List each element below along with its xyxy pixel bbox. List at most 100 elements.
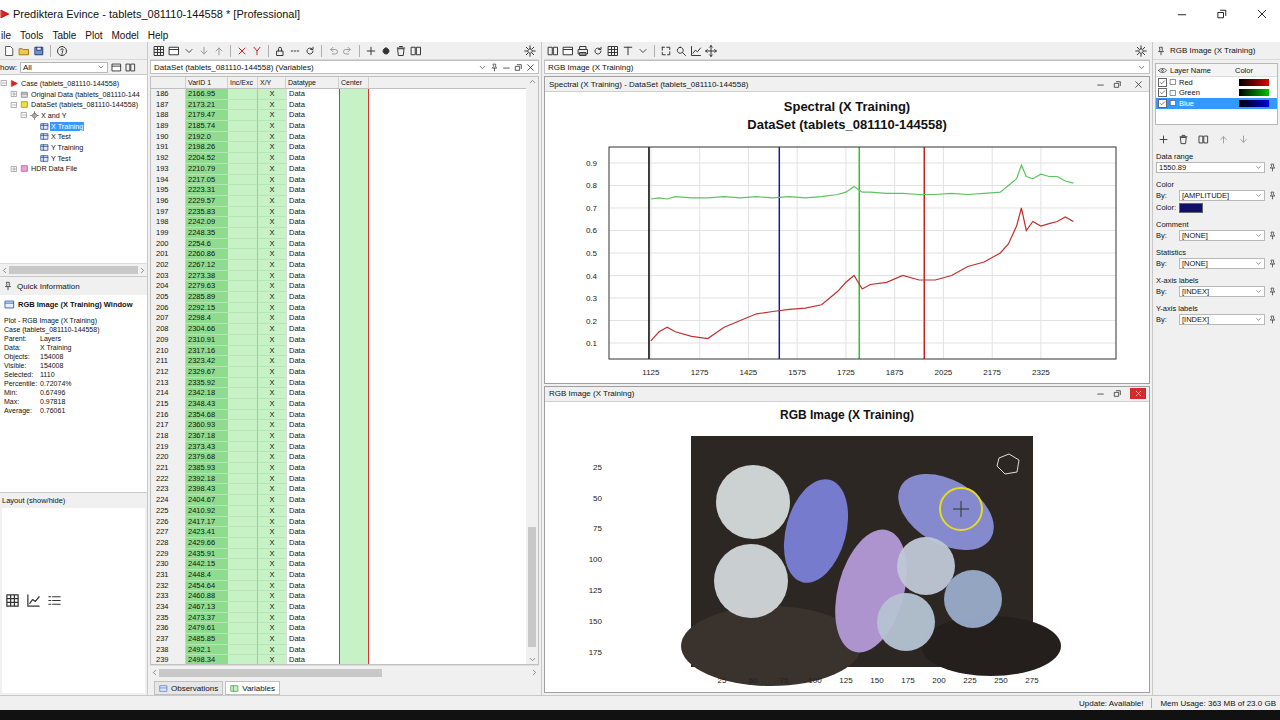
chevron-icon[interactable] bbox=[1255, 164, 1262, 171]
undo-icon[interactable] bbox=[327, 45, 339, 57]
chevron-icon[interactable] bbox=[1255, 232, 1262, 239]
down-icon[interactable] bbox=[198, 45, 210, 57]
expander[interactable] bbox=[20, 111, 29, 119]
restore-icon[interactable] bbox=[1113, 80, 1122, 89]
expander[interactable] bbox=[10, 90, 19, 98]
layer-checkbox[interactable] bbox=[1158, 78, 1167, 87]
table-row[interactable]: 2062292.15XData bbox=[151, 303, 526, 314]
plot-icon[interactable] bbox=[26, 593, 41, 608]
menu-item[interactable]: Plot bbox=[85, 30, 102, 41]
table-row[interactable]: 1922204.52XData bbox=[151, 153, 526, 164]
zoom-icon[interactable] bbox=[675, 45, 687, 57]
chevron-icon[interactable] bbox=[637, 45, 649, 57]
table-row[interactable]: 2172360.93XData bbox=[151, 420, 526, 431]
refresh-icon[interactable] bbox=[304, 45, 316, 57]
split-icon[interactable] bbox=[410, 45, 422, 57]
table-row[interactable]: 2022267.12XData bbox=[151, 260, 526, 271]
chevron-icon[interactable] bbox=[183, 45, 195, 57]
table-row[interactable]: 1962229.57XData bbox=[151, 196, 526, 207]
trash-icon[interactable] bbox=[395, 45, 407, 57]
table-row[interactable]: 1902192.0XData bbox=[151, 132, 526, 143]
pin-icon[interactable] bbox=[1268, 231, 1277, 240]
property-dropdown[interactable]: 1550.89 bbox=[1156, 162, 1265, 173]
restore-icon[interactable] bbox=[514, 63, 523, 72]
table-row[interactable]: 1912198.26XData bbox=[151, 142, 526, 153]
pin-icon[interactable] bbox=[1268, 287, 1277, 296]
minus-icon[interactable] bbox=[20, 111, 28, 119]
grid-icon[interactable] bbox=[153, 45, 165, 57]
check-icon[interactable] bbox=[1159, 100, 1166, 107]
table-row[interactable]: 2072298.4XData bbox=[151, 313, 526, 324]
arrowu-icon[interactable] bbox=[528, 77, 537, 86]
tree-scrollbar[interactable] bbox=[0, 263, 147, 276]
table-row[interactable]: 2162354.68XData bbox=[151, 410, 526, 421]
table-row[interactable]: 2192373.43XData bbox=[151, 442, 526, 453]
pin-icon[interactable] bbox=[1268, 191, 1277, 200]
help-icon[interactable] bbox=[56, 45, 68, 57]
tree-item[interactable]: Y Training bbox=[0, 142, 147, 153]
expander[interactable] bbox=[10, 101, 19, 109]
expander[interactable] bbox=[10, 165, 19, 173]
table-row[interactable]: 2112323.42XData bbox=[151, 356, 526, 367]
table-row[interactable]: 2372485.85XData bbox=[151, 634, 526, 645]
tree-item[interactable]: Case (tablets_081110-144558) bbox=[0, 78, 147, 89]
pin-icon[interactable] bbox=[1156, 46, 1166, 56]
table-row[interactable]: 2152348.43XData bbox=[151, 399, 526, 410]
arrowd-icon[interactable] bbox=[528, 655, 537, 664]
table-row[interactable]: 2122329.67XData bbox=[151, 367, 526, 378]
table-row[interactable]: 2232398.43XData bbox=[151, 484, 526, 495]
table-row[interactable]: 2302442.15XData bbox=[151, 559, 526, 570]
wavelength-marker[interactable] bbox=[924, 147, 926, 359]
down-icon[interactable] bbox=[1238, 134, 1249, 145]
text-icon[interactable] bbox=[622, 45, 634, 57]
column-header[interactable]: VarID 1 bbox=[186, 77, 228, 88]
restore-icon[interactable] bbox=[1113, 389, 1122, 398]
chevron-icon[interactable] bbox=[478, 63, 487, 72]
layer-row[interactable]: Blue bbox=[1156, 98, 1277, 109]
table-row[interactable]: 2222392.18XData bbox=[151, 474, 526, 485]
closew-icon[interactable] bbox=[1134, 389, 1143, 398]
table-row[interactable]: 2002254.6XData bbox=[151, 239, 526, 250]
menu-item[interactable]: Help bbox=[148, 30, 169, 41]
table-row[interactable]: 2292435.91XData bbox=[151, 549, 526, 560]
split-icon[interactable] bbox=[1198, 134, 1209, 145]
doc-icon[interactable] bbox=[3, 45, 15, 57]
tree-item[interactable]: Original Data (tablets_081110-144 bbox=[0, 89, 147, 100]
tab[interactable]: Variables bbox=[225, 681, 280, 695]
min-icon[interactable] bbox=[502, 63, 511, 72]
table-row[interactable]: 1972235.83XData bbox=[151, 207, 526, 218]
trash-icon[interactable] bbox=[1178, 134, 1189, 145]
menu-item[interactable]: Tools bbox=[20, 30, 43, 41]
chevron-icon[interactable] bbox=[1137, 63, 1146, 72]
property-dropdown[interactable]: [INDEX] bbox=[1179, 286, 1265, 297]
min-icon[interactable] bbox=[1176, 8, 1188, 20]
column-header[interactable]: X/Y bbox=[258, 77, 286, 88]
column-header[interactable]: Center bbox=[339, 77, 369, 88]
ymark-icon[interactable] bbox=[251, 45, 263, 57]
table-row[interactable]: 1932210.79XData bbox=[151, 164, 526, 175]
table-row[interactable]: 2262417.17XData bbox=[151, 517, 526, 528]
close-icon[interactable] bbox=[1134, 80, 1143, 89]
circle-icon[interactable] bbox=[380, 45, 392, 57]
table-row[interactable]: 2182367.18XData bbox=[151, 431, 526, 442]
table-row[interactable]: 2132335.92XData bbox=[151, 378, 526, 389]
tablet[interactable] bbox=[716, 465, 790, 539]
table-row[interactable]: 2382492.1XData bbox=[151, 645, 526, 656]
tree-item[interactable]: HDR Data File bbox=[0, 164, 147, 175]
window-title-bar[interactable]: Spectral (X Training) - DataSet (tablets… bbox=[545, 77, 1149, 92]
pin-icon[interactable] bbox=[3, 281, 13, 291]
tree-item[interactable]: X and Y bbox=[0, 110, 147, 121]
layer-row[interactable]: Red bbox=[1156, 77, 1277, 88]
menu-item[interactable]: Model bbox=[112, 30, 139, 41]
table-row[interactable]: 2102317.16XData bbox=[151, 346, 526, 357]
table-row[interactable]: 2032273.38XData bbox=[151, 271, 526, 282]
table-row[interactable]: 2352473.37XData bbox=[151, 613, 526, 624]
grid-icon[interactable] bbox=[5, 593, 20, 608]
table-row[interactable]: 1882179.47XData bbox=[151, 110, 526, 121]
spectral-window[interactable]: Spectral (X Training) - DataSet (tablets… bbox=[544, 76, 1150, 384]
save-icon[interactable] bbox=[33, 45, 45, 57]
table-row[interactable]: 2312448.4XData bbox=[151, 570, 526, 581]
column-header[interactable]: Color bbox=[1235, 66, 1253, 75]
plot-icon[interactable] bbox=[690, 45, 702, 57]
table-row[interactable]: 1872173.21XData bbox=[151, 100, 526, 111]
